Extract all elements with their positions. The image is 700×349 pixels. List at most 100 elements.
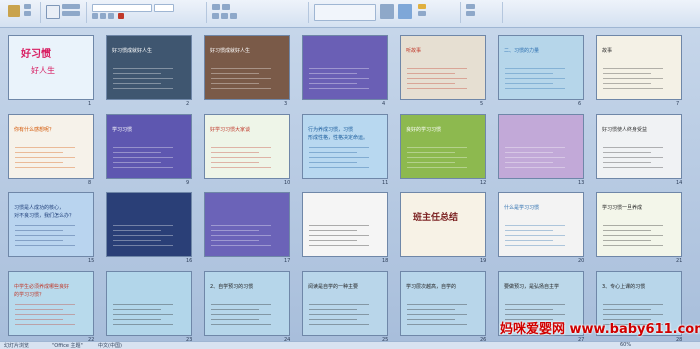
slide-body-line [505,83,553,84]
font-family-select[interactable] [92,4,152,12]
underline-icon[interactable] [108,13,114,19]
slide-body-line [505,309,553,310]
slide-number: 3 [284,101,288,107]
slide-title: 要做预习，是弘扬自主学 [504,284,560,290]
slide-thumbnail[interactable]: 好习惯成就好人生 [106,35,192,100]
slide-title: 班主任总结 [413,213,459,223]
slide-body-line [15,152,63,153]
slide-title: 听故事 [406,48,422,54]
slide-thumbnail[interactable] [106,192,192,257]
slide-body-line [113,314,173,315]
slide-body-line [211,230,259,231]
ribbon-group-drawing [310,2,461,23]
slide-body-line [309,73,357,74]
slide-body-line [505,73,553,74]
slide-body-line [505,304,565,305]
slide-thumbnail[interactable] [498,114,584,179]
slide-number: 9 [186,180,190,186]
slide-thumbnail[interactable]: 什么是学习习惯 [498,192,584,257]
slide-sorter-workspace: 好习惯 好人生 1 好习惯成就好人生 2 好习惯成就好人生 3 4 听故事 5 二、习惯的力量 6 故事… [0,28,700,343]
slide-thumbnail[interactable]: 听故事 [400,35,486,100]
align-right-icon[interactable] [230,13,237,19]
slide-thumbnail[interactable]: 学习习惯一旦养成 [596,192,682,257]
reset-icon[interactable] [62,11,80,16]
slide-thumbnail[interactable]: 班主任总结 [400,192,486,257]
slide-body-line [113,309,161,310]
slide-title: 学习习惯 [112,127,133,133]
slide-body-line [309,78,369,79]
slide-body-line [113,304,173,305]
font-color-icon[interactable] [118,13,124,19]
arrange-icon[interactable] [380,4,394,19]
slide-body-line [407,319,455,320]
replace-icon[interactable] [466,11,475,16]
slide-body-line [211,314,271,315]
slide-title: 良好的学习习惯 [406,127,442,133]
copy-icon[interactable] [24,11,31,16]
slide-thumbnail[interactable]: 行为养成习惯，习惯 形成性格，性格决定命运。 [302,114,388,179]
slide-body-line [113,225,173,226]
shape-fill-icon[interactable] [418,4,426,9]
slide-thumbnail[interactable]: 学习习惯 [106,114,192,179]
slide-thumbnail[interactable]: 中学生必须养成哪些良好 的学习习惯？ [8,271,94,336]
slide-thumbnail[interactable] [302,35,388,100]
italic-icon[interactable] [100,13,106,19]
slide-thumbnail[interactable]: 良好的学习习惯 [400,114,486,179]
slide-body-line [407,157,467,158]
slide-body-line [15,162,63,163]
shape-outline-icon[interactable] [418,11,426,16]
slide-thumbnail[interactable] [204,192,290,257]
slide-body-line [603,230,651,231]
quick-styles-icon[interactable] [398,4,412,19]
slide-thumbnail[interactable]: 学习层次越高，自学的 [400,271,486,336]
find-icon[interactable] [466,4,475,9]
ribbon-group-font [88,2,207,23]
slide-body-line [603,152,651,153]
slide-body-line [15,167,75,168]
bullets-icon[interactable] [212,4,220,10]
font-size-select[interactable] [154,4,174,12]
slide-title: 好学习习惯大家谈 [210,127,251,133]
slide-body-line [211,304,271,305]
slide-subtitle: 形成性格，性格决定命运。 [308,135,369,141]
numbering-icon[interactable] [222,4,230,10]
slide-body-line [309,147,369,148]
slide-body-line [407,83,455,84]
slide-thumbnail[interactable]: 2、自学预习的习惯 [204,271,290,336]
slide-thumbnail[interactable]: 故事 [596,35,682,100]
slide-title: 好习惯成就好人生 [210,48,251,54]
slide-thumbnail[interactable]: 好学习习惯大家谈 [204,114,290,179]
slide-thumbnail[interactable]: 二、习惯的力量 [498,35,584,100]
slide-thumbnail[interactable]: 阅读是自学的一种主要 [302,271,388,336]
slide-body-line [211,225,271,226]
slide-number: 4 [382,101,386,107]
align-left-icon[interactable] [212,13,219,19]
slide-thumbnail[interactable]: 好习惯成就好人生 [204,35,290,100]
slide-number: 7 [676,101,680,107]
slide-thumbnail[interactable]: 好习惯 好人生 [8,35,94,100]
slide-thumbnail[interactable]: 好习惯使人终身受益 [596,114,682,179]
new-slide-icon[interactable] [46,5,60,19]
slide-body-line [15,225,75,226]
align-center-icon[interactable] [221,13,228,19]
bold-icon[interactable] [92,13,98,19]
cut-icon[interactable] [24,4,31,9]
status-zoom[interactable]: 60% [620,342,631,348]
slide-number: 18 [382,258,389,264]
slide-body-line [309,83,357,84]
slide-body-line [407,167,467,168]
slide-thumbnail[interactable]: 你有什么感想呢？ [8,114,94,179]
slide-body-line [211,147,271,148]
slide-body-line [15,324,75,325]
slide-thumbnail[interactable] [302,192,388,257]
slide-number: 14 [676,180,683,186]
slide-thumbnail[interactable]: 习惯是人成功的核心， 对不良习惯，我们怎么办？ [8,192,94,257]
shapes-gallery[interactable] [314,4,376,21]
slide-thumbnail[interactable] [106,271,192,336]
slide-title: 二、习惯的力量 [504,48,540,54]
layout-icon[interactable] [62,4,80,9]
paste-icon[interactable] [8,5,20,17]
slide-body-line [211,309,259,310]
slide-body-line [603,88,663,89]
slide-body-line [113,230,161,231]
